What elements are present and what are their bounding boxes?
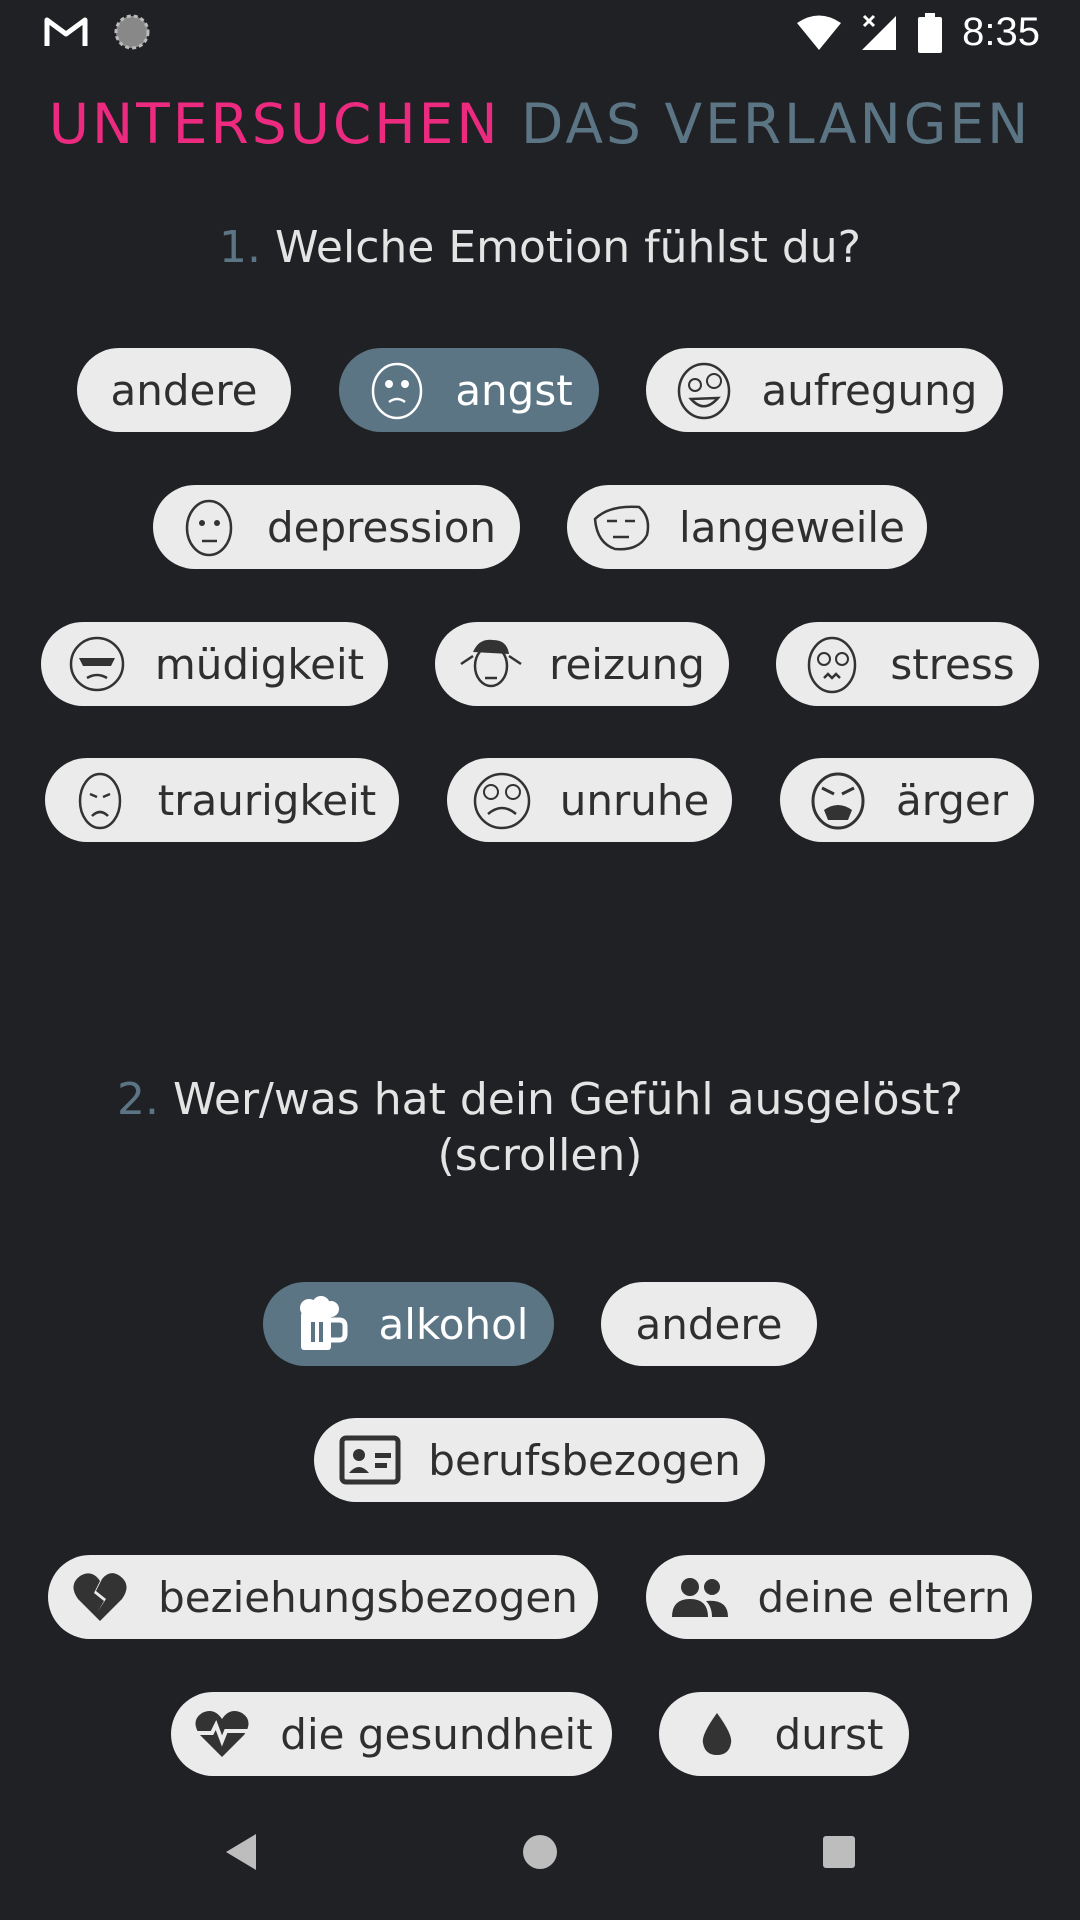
chip-label: durst — [774, 1709, 884, 1759]
status-bar: 8:35 — [0, 0, 1080, 66]
chip-label: andere — [110, 365, 258, 415]
chip-label: deine eltern — [757, 1572, 1011, 1622]
chip-label: langeweile — [679, 502, 905, 552]
stressed-face-icon — [800, 632, 864, 696]
id-card-icon — [338, 1428, 402, 1492]
restless-face-icon — [470, 768, 534, 832]
trigger-chip-andere[interactable]: andere — [601, 1282, 817, 1366]
chip-label: alkohol — [378, 1299, 529, 1349]
question-1: 1. Welche Emotion fühlst du? — [0, 220, 1080, 276]
beer-mug-icon — [289, 1292, 353, 1356]
tired-face-icon — [65, 632, 129, 696]
home-icon[interactable] — [520, 1830, 560, 1878]
trigger-chip-die-gesundheit[interactable]: die gesundheit — [171, 1692, 612, 1776]
broken-heart-icon — [68, 1565, 132, 1629]
wifi-icon — [796, 14, 842, 52]
emotion-chip-traurigkeit[interactable]: traurigkeit — [45, 758, 399, 842]
fear-face-icon — [365, 358, 429, 422]
back-icon[interactable] — [222, 1830, 262, 1878]
trigger-chip-durst[interactable]: durst — [659, 1692, 909, 1776]
depressed-face-icon — [177, 495, 241, 559]
trigger-chip-berufsbezogen[interactable]: berufsbezogen — [314, 1418, 765, 1502]
chip-label: traurigkeit — [157, 775, 377, 825]
question-2-hint: (scrollen) — [437, 1130, 643, 1181]
excited-face-icon — [672, 358, 736, 422]
battery-icon — [918, 12, 943, 53]
chip-label: ärger — [895, 775, 1009, 825]
emotion-chip-stress[interactable]: stress — [776, 622, 1039, 706]
emotion-chip-unruhe[interactable]: unruhe — [447, 758, 732, 842]
chip-label: andere — [635, 1299, 783, 1349]
emotion-chip-angst[interactable]: angst — [339, 348, 599, 432]
chip-label: reizung — [549, 639, 705, 689]
sync-icon — [112, 12, 152, 52]
emotion-chip-aerger[interactable]: ärger — [780, 758, 1034, 842]
chip-label: unruhe — [559, 775, 710, 825]
irritated-face-icon — [459, 632, 523, 696]
emotion-chip-muedigkeit[interactable]: müdigkeit — [41, 622, 388, 706]
status-time: 8:35 — [962, 10, 1040, 54]
chip-label: müdigkeit — [154, 639, 365, 689]
heartbeat-icon — [190, 1702, 254, 1766]
question-2-number: 2. — [116, 1074, 159, 1125]
question-1-number: 1. — [218, 222, 261, 273]
chip-label: stress — [890, 639, 1015, 689]
signal-icon — [862, 14, 898, 52]
question-2-text: Wer/was hat dein Gefühl ausgelöst? — [172, 1074, 964, 1125]
people-icon — [668, 1565, 732, 1629]
chip-label: angst — [455, 365, 573, 415]
recents-icon[interactable] — [819, 1830, 859, 1878]
emotion-chip-aufregung[interactable]: aufregung — [646, 348, 1003, 432]
emotion-chip-depression[interactable]: depression — [153, 485, 520, 569]
title-part-2: DAS VERLANGEN — [521, 92, 1032, 156]
chip-label: berufsbezogen — [428, 1435, 741, 1485]
trigger-chip-alkohol[interactable]: alkohol — [263, 1282, 554, 1366]
angry-face-icon — [806, 768, 870, 832]
emotion-chip-andere[interactable]: andere — [77, 348, 291, 432]
emotion-chip-langeweile[interactable]: langeweile — [567, 485, 927, 569]
trigger-chip-beziehungsbezogen[interactable]: beziehungsbezogen — [48, 1555, 598, 1639]
gmail-icon — [44, 15, 88, 49]
trigger-chip-deine-eltern[interactable]: deine eltern — [646, 1555, 1032, 1639]
question-2: 2. Wer/was hat dein Gefühl ausgelöst? (s… — [0, 1072, 1080, 1184]
chip-label: beziehungsbezogen — [158, 1572, 578, 1622]
navigation-bar — [0, 1800, 1080, 1920]
chip-label: depression — [266, 502, 497, 552]
emotion-chip-reizung[interactable]: reizung — [435, 622, 729, 706]
page-title: UNTERSUCHEN DAS VERLANGEN — [0, 92, 1080, 156]
chip-label: die gesundheit — [280, 1709, 593, 1759]
sad-face-icon — [68, 768, 132, 832]
chip-label: aufregung — [761, 365, 978, 415]
question-1-text: Welche Emotion fühlst du? — [274, 222, 861, 273]
title-part-1: UNTERSUCHEN — [48, 92, 501, 156]
water-drop-icon — [685, 1702, 749, 1766]
bored-face-icon — [589, 495, 653, 559]
